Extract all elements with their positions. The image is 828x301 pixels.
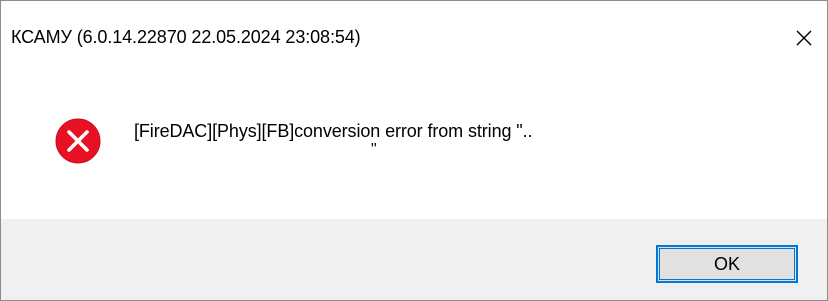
close-icon: [795, 29, 813, 47]
error-message: [FireDAC][Phys][FB]conversion error from…: [134, 121, 533, 141]
close-button[interactable]: [781, 19, 827, 57]
dialog-content: [FireDAC][Phys][FB]conversion error from…: [1, 79, 827, 219]
title-bar[interactable]: КСАМУ (6.0.14.22870 22.05.2024 23:08:54): [1, 1, 827, 79]
ok-button-label: OK: [713, 253, 740, 274]
ok-button[interactable]: OK: [656, 245, 798, 283]
window-title: КСАМУ (6.0.14.22870 22.05.2024 23:08:54): [11, 27, 361, 47]
message-dialog: КСАМУ (6.0.14.22870 22.05.2024 23:08:54)…: [0, 0, 828, 301]
error-icon: [54, 117, 102, 165]
error-message-continuation: ": [371, 141, 377, 158]
dialog-footer: OK: [1, 219, 827, 300]
